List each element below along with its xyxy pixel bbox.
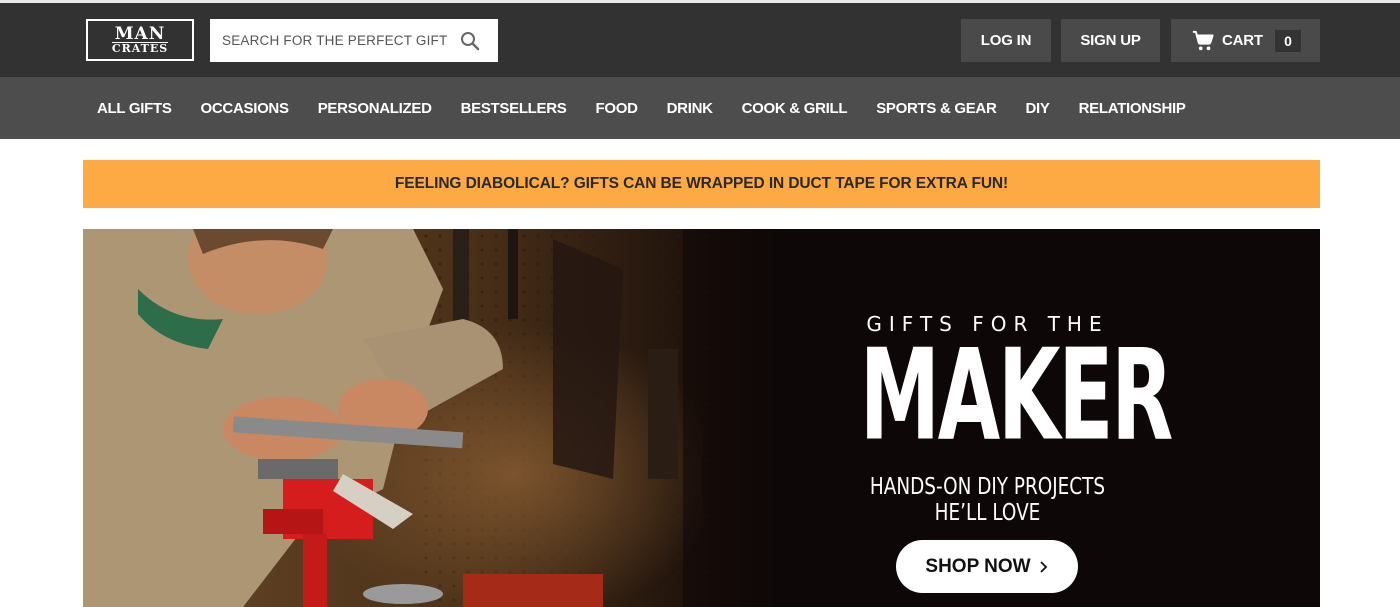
- login-button[interactable]: LOG IN: [961, 19, 1051, 62]
- hero-subtitle: HANDS-ON DIY PROJECTS HE’LL LOVE: [869, 474, 1106, 526]
- promo-text: FEELING DIABOLICAL? GIFTS CAN BE WRAPPED…: [394, 175, 1009, 192]
- nav-item-personalized[interactable]: PERSONALIZED: [318, 100, 432, 117]
- logo-line-1: MAN: [114, 23, 166, 44]
- signup-button[interactable]: SIGN UP: [1061, 19, 1160, 62]
- nav-item-cook-grill[interactable]: COOK & GRILL: [742, 100, 848, 117]
- hero-banner[interactable]: GIFTS FOR THE MAKER HANDS-ON DIY PROJECT…: [83, 229, 1320, 607]
- cart-label: CART: [1222, 32, 1263, 49]
- promo-banner[interactable]: FEELING DIABOLICAL? GIFTS CAN BE WRAPPED…: [83, 160, 1320, 208]
- cart-icon: [1192, 30, 1214, 50]
- cart-count-badge: 0: [1274, 29, 1301, 52]
- nav-item-sports-gear[interactable]: SPORTS & GEAR: [876, 100, 997, 117]
- search-input[interactable]: [210, 19, 450, 62]
- nav-item-drink[interactable]: DRINK: [667, 100, 713, 117]
- nav-item-food[interactable]: FOOD: [596, 100, 638, 117]
- login-label: LOG IN: [980, 32, 1032, 49]
- nav-item-occasions[interactable]: OCCASIONS: [201, 100, 289, 117]
- nav-item-relationship[interactable]: RELATIONSHIP: [1079, 100, 1186, 117]
- shop-now-label: SHOP NOW: [925, 555, 1031, 577]
- hero-image-maker-filing: [83, 229, 783, 607]
- nav-item-diy[interactable]: DIY: [1026, 100, 1050, 117]
- man-crates-logo[interactable]: MAN CRATES: [86, 19, 194, 61]
- chevron-right-icon: [1039, 560, 1047, 573]
- shop-now-button[interactable]: SHOP NOW: [896, 540, 1078, 593]
- search-icon[interactable]: [450, 19, 490, 62]
- cart-button[interactable]: CART 0: [1171, 19, 1320, 62]
- hero-copy: GIFTS FOR THE MAKER HANDS-ON DIY PROJECT…: [810, 229, 1174, 607]
- search-box: [210, 19, 498, 62]
- category-nav: ALL GIFTS OCCASIONS PERSONALIZED BESTSEL…: [0, 77, 1400, 139]
- nav-item-all-gifts[interactable]: ALL GIFTS: [97, 100, 172, 117]
- logo-line-2: CRATES: [111, 41, 169, 55]
- site-header: MAN CRATES LOG IN SIGN UP CART 0: [0, 0, 1400, 77]
- signup-label: SIGN UP: [1080, 32, 1141, 49]
- nav-item-bestsellers[interactable]: BESTSELLERS: [461, 100, 567, 117]
- hero-title: MAKER: [859, 322, 1174, 469]
